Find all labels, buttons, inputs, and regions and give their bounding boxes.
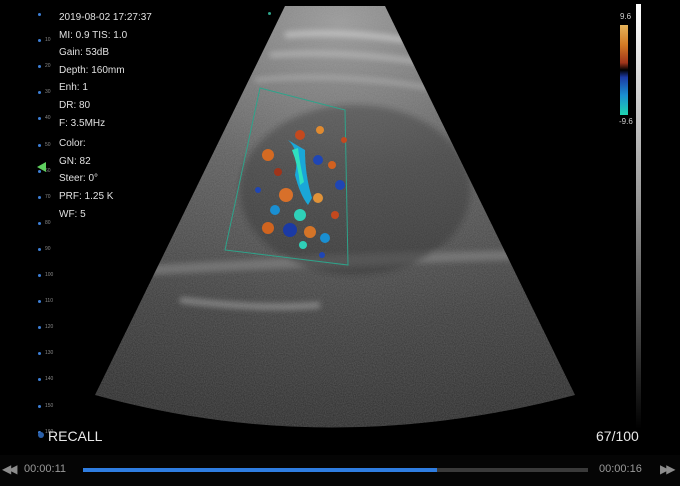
probe-orientation-marker (268, 12, 271, 15)
depth-tick-label: 80 (45, 219, 51, 226)
depth-tick-label: 20 (45, 63, 51, 70)
depth-tick (38, 300, 41, 304)
color-gain: GN: 82 (59, 155, 91, 167)
depth-tick (38, 13, 41, 16)
ultrasound-viewer: 10 20 30 40 50 60 70 80 90 100 110 120 130 140 150 160 … (0, 0, 680, 486)
mi-tis: MI: 0.9 TIS: 1.0 (59, 29, 128, 41)
depth-tick (38, 352, 41, 356)
depth-tick-label: 10 (45, 37, 51, 44)
total-time: 00:00:16 (599, 463, 642, 475)
depth-scale: 10 20 30 40 50 60 70 80 90 100 110 120 130 140 150 160 (30, 0, 56, 440)
fast-forward-icon[interactable]: ▶▶ (660, 462, 676, 476)
color-velocity-bar (620, 25, 628, 115)
depth-tick (38, 326, 41, 330)
depth-tick-label: 140 (45, 376, 54, 383)
depth-tick-label: 30 (45, 89, 51, 96)
depth-tick (38, 378, 41, 382)
depth-tick (38, 247, 41, 251)
color-header: Color: (59, 138, 86, 150)
timestamp: 2019-08-02 17:27:37 (59, 12, 152, 23)
recall-icon[interactable] (38, 432, 44, 438)
dynamic-range: DR: 80 (59, 99, 91, 111)
focus-marker-icon[interactable] (37, 162, 46, 172)
acquisition-info: 2019-08-02 17:27:37 MI: 0.9 TIS: 1.0 Gai… (59, 9, 152, 223)
frequency: F: 3.5MHz (59, 117, 106, 129)
prf: PRF: 1.25 K (59, 190, 114, 202)
depth-tick (38, 39, 41, 43)
depth-tick-label: 130 (45, 350, 54, 357)
depth-tick-label: 70 (45, 193, 51, 200)
depth-tick-label: 90 (45, 245, 51, 252)
depth-tick (38, 221, 41, 225)
depth-tick-label: 150 (45, 402, 54, 409)
depth-tick-label: 100 (45, 272, 54, 278)
steer: Steer: 0° (59, 173, 99, 185)
gain: Gain: 53dB (59, 47, 110, 59)
depth-tick (38, 195, 41, 199)
playback-progress (83, 468, 437, 472)
depth-tick (38, 91, 41, 95)
depth-tick (38, 274, 41, 277)
depth-tick-label: 120 (45, 324, 54, 331)
playback-slider[interactable] (83, 468, 588, 472)
depth-tick (38, 117, 41, 121)
depth-tick-label: 110 (45, 298, 53, 305)
rewind-icon[interactable]: ◀◀ (2, 462, 18, 476)
depth-tick-label: 50 (45, 141, 51, 148)
depth: Depth: 160mm (59, 64, 125, 76)
grayscale-bar (636, 4, 641, 429)
depth-tick-label: 40 (45, 115, 51, 122)
depth-tick (38, 65, 41, 69)
recall-button[interactable]: RECALL (48, 428, 102, 444)
colorbar-max: 9.6 (620, 12, 632, 21)
depth-tick (38, 143, 41, 147)
current-time: 00:00:11 (24, 463, 67, 475)
depth-tick (38, 404, 41, 408)
frame-counter: 67/100 (596, 428, 639, 444)
wall-filter: WF: 5 (59, 208, 86, 220)
colorbar-min: -9.6 (619, 117, 633, 126)
enhancement: Enh: 1 (59, 82, 88, 94)
